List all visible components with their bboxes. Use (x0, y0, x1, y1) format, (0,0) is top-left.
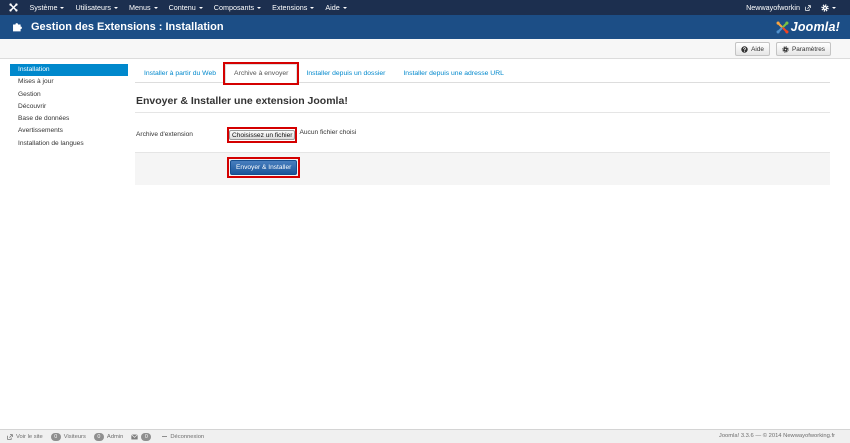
external-link-icon (805, 4, 811, 11)
sidebar: Installation Mises à jour Gestion Découv… (10, 64, 128, 150)
visitors-status: 0 Visiteurs (50, 432, 86, 441)
toolbar: Aide Paramètres (0, 39, 850, 59)
gear-icon (782, 45, 789, 53)
copyright-text: Joomla! 3.3.6 — © 2014 Newwayofworking.f… (718, 433, 835, 439)
form-actions: Envoyer & Installer (135, 152, 830, 185)
external-link-icon (7, 433, 13, 440)
menu-label: Utilisateurs (75, 3, 112, 12)
choose-file-button[interactable]: Choisissez un fichier (229, 130, 296, 140)
package-field-label: Archive d'extension (136, 131, 193, 138)
tab-install-from-url[interactable]: Installer depuis une adresse URL (394, 64, 513, 83)
status-left: Voir le site 0 Visiteurs 0 Admin 0 Décon… (7, 430, 212, 443)
menu-label: Menus (129, 3, 151, 12)
caret-down-icon (310, 6, 315, 9)
question-icon (741, 45, 748, 53)
highlight-box: Choisissez un fichier (227, 127, 298, 143)
status-bar: Voir le site 0 Visiteurs 0 Admin 0 Décon… (0, 429, 850, 443)
caret-down-icon (153, 6, 158, 9)
joomla-icon[interactable] (9, 3, 18, 12)
admins-status: 0 Admin (93, 432, 124, 441)
user-label: Newwayofworkin (746, 3, 800, 12)
logout-link[interactable]: Déconnexion (162, 434, 204, 440)
messages-link[interactable]: 0 (131, 432, 154, 441)
visitors-count-badge: 0 (50, 432, 61, 441)
sidebar-item-languages[interactable]: Installation de langues (10, 138, 128, 150)
page-title: Gestion des Extensions : Installation (31, 21, 224, 33)
caret-down-icon (342, 6, 347, 9)
minus-icon (162, 435, 168, 438)
admins-count-badge: 0 (93, 432, 104, 441)
puzzle-icon (13, 23, 22, 32)
help-button[interactable]: Aide (735, 42, 770, 56)
joomla-logo: Joomla! (776, 19, 840, 35)
sidebar-item-discover[interactable]: Découvrir (10, 101, 128, 113)
navbar-right: Newwayofworkin (746, 0, 836, 15)
sidebar-item-updates[interactable]: Mises à jour (10, 76, 128, 88)
menu-menus[interactable]: Menus (124, 0, 164, 15)
menu-contenu[interactable]: Contenu (163, 0, 208, 15)
menu-composants[interactable]: Composants (208, 0, 266, 15)
view-site-link[interactable]: Voir le site (7, 434, 43, 440)
main-menu: Système Utilisateurs Menus Contenu Compo… (24, 0, 352, 15)
help-label: Aide (751, 45, 764, 53)
menu-aide[interactable]: Aide (320, 0, 352, 15)
section-heading: Envoyer & Installer une extension Joomla… (135, 92, 830, 113)
sidebar-item-manage[interactable]: Gestion (10, 89, 128, 101)
admins-label: Admin (106, 433, 124, 440)
caret-down-icon (257, 6, 262, 9)
sidebar-item-database[interactable]: Base de données (10, 113, 128, 125)
menu-label: Composants (213, 3, 255, 12)
caret-down-icon (198, 6, 203, 9)
joomla-logo-icon (776, 21, 789, 33)
visitors-label: Visiteurs (63, 433, 86, 440)
view-site-label: Voir le site (16, 433, 43, 440)
upload-install-button[interactable]: Envoyer & Installer (230, 160, 298, 175)
caret-down-icon (832, 6, 836, 9)
gear-icon (821, 3, 829, 12)
menu-label: Contenu (168, 3, 196, 12)
package-file-input: Choisissez un fichier Aucun fichier choi… (227, 127, 356, 143)
joomla-logo-text: Joomla! (790, 20, 840, 34)
menu-label: Extensions (272, 3, 308, 12)
sidebar-item-installation[interactable]: Installation (10, 64, 128, 77)
file-status-text: Aucun fichier choisi (299, 129, 357, 136)
logout-label: Déconnexion (170, 433, 205, 440)
menu-label: Système (29, 3, 58, 12)
envelope-icon (131, 433, 139, 439)
install-tabs: Installer à partir du Web Archive à envo… (135, 62, 830, 85)
page-header: Gestion des Extensions : Installation Jo… (0, 15, 850, 39)
highlight-box: Envoyer & Installer (227, 157, 301, 178)
toolbar-actions: Aide Paramètres (729, 42, 831, 56)
menu-systeme[interactable]: Système (24, 0, 70, 15)
user-settings-dropdown[interactable] (821, 3, 836, 12)
tab-upload-package[interactable]: Archive à envoyer (223, 62, 300, 85)
menu-utilisateurs[interactable]: Utilisateurs (70, 0, 124, 15)
caret-down-icon (114, 6, 119, 9)
options-button[interactable]: Paramètres (775, 42, 831, 56)
options-label: Paramètres (791, 45, 825, 53)
messages-count-badge: 0 (141, 432, 152, 441)
tab-install-from-web[interactable]: Installer à partir du Web (135, 64, 225, 83)
menu-label: Aide (325, 3, 340, 12)
sidebar-item-warnings[interactable]: Avertissements (10, 125, 128, 137)
caret-down-icon (60, 6, 65, 9)
admin-navbar: Système Utilisateurs Menus Contenu Compo… (0, 0, 850, 15)
site-link[interactable]: Newwayofworkin (746, 3, 811, 12)
tab-install-from-folder[interactable]: Installer depuis un dossier (297, 64, 394, 83)
menu-extensions[interactable]: Extensions (267, 0, 320, 15)
